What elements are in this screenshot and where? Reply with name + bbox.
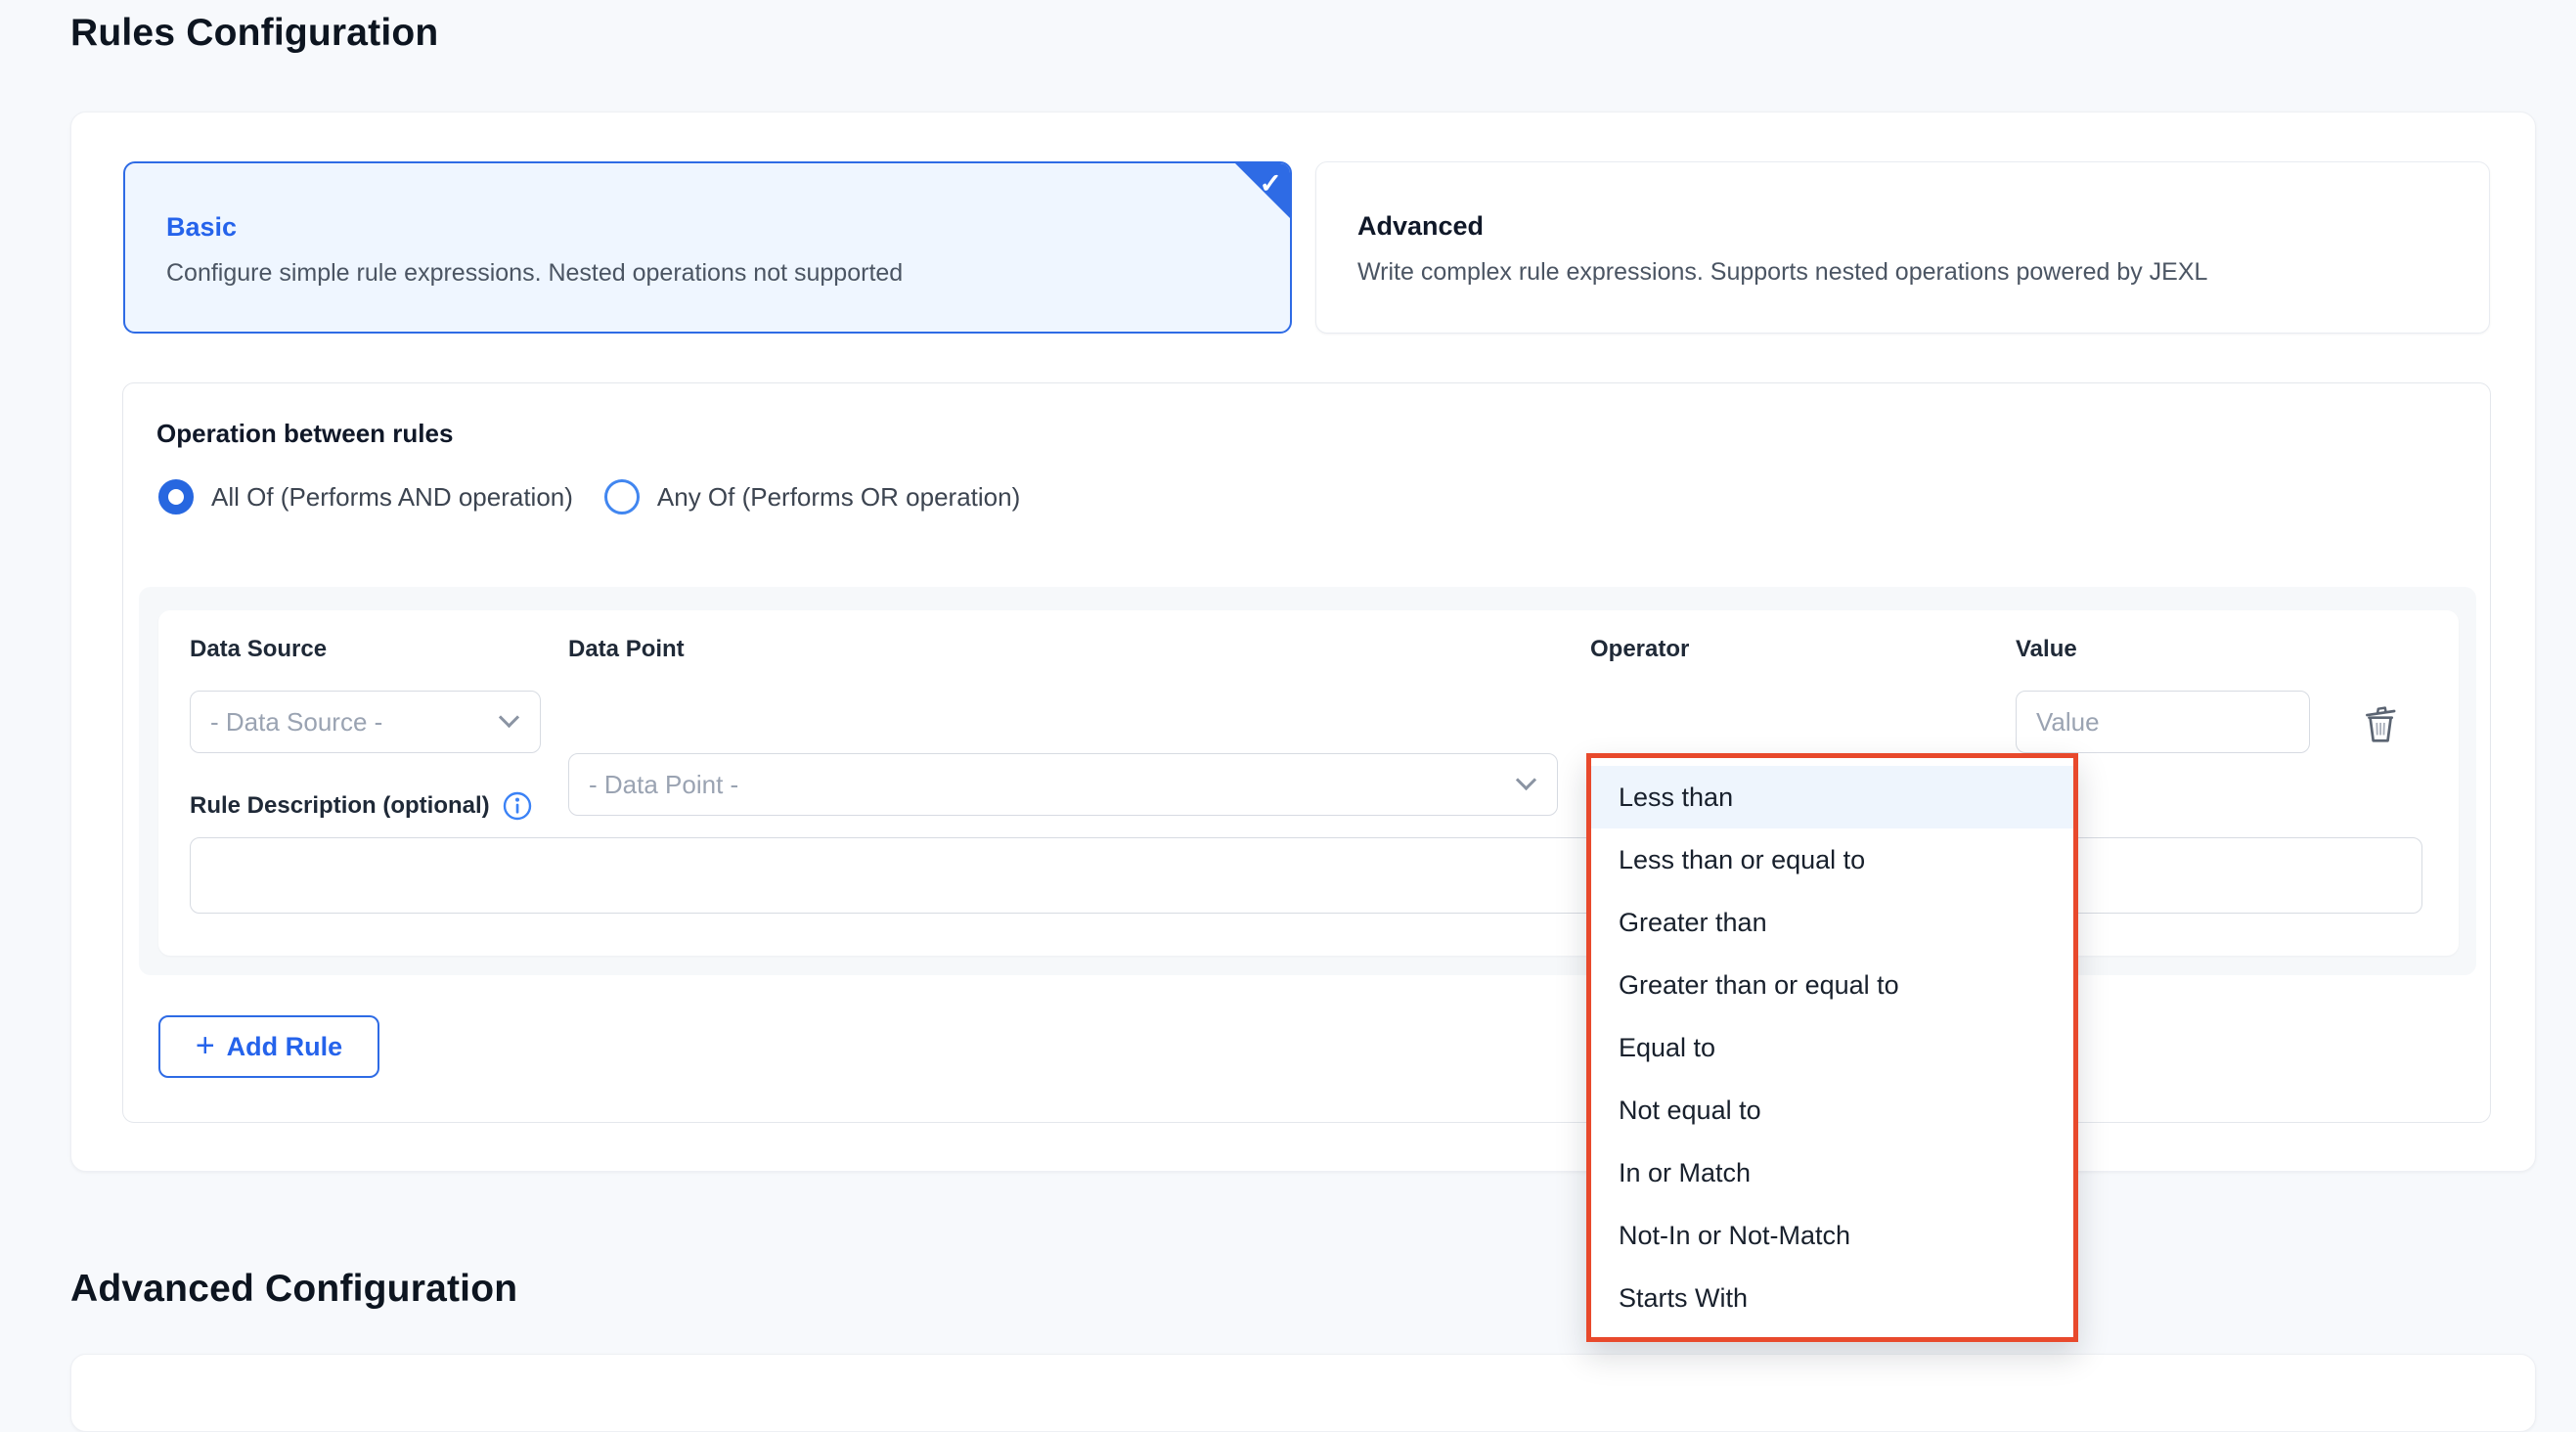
value-input[interactable] xyxy=(2016,691,2310,753)
operator-label: Operator xyxy=(1590,636,1689,663)
dropdown-option-starts-with[interactable]: Starts With xyxy=(1591,1267,2073,1329)
chevron-down-icon xyxy=(1516,770,1536,790)
data-point-placeholder: - Data Point - xyxy=(589,770,738,800)
dropdown-option-greater-than-or-equal-to[interactable]: Greater than or equal to xyxy=(1591,954,2073,1016)
tab-basic[interactable]: Basic Configure simple rule expressions.… xyxy=(123,161,1292,334)
page-title: Rules Configuration xyxy=(70,12,438,55)
dropdown-option-less-than[interactable]: Less than xyxy=(1591,766,2073,828)
dropdown-option-in-or-match[interactable]: In or Match xyxy=(1591,1141,2073,1204)
tab-basic-description: Configure simple rule expressions. Neste… xyxy=(166,259,903,288)
add-rule-button[interactable]: + Add Rule xyxy=(158,1015,379,1078)
rule-description-input[interactable] xyxy=(190,837,2422,914)
operation-between-rules-label: Operation between rules xyxy=(156,419,453,449)
rule-row-card: Data Source Data Point Operator Value - … xyxy=(158,610,2459,956)
operator-dropdown-menu: Less than Less than or equal to Greater … xyxy=(1586,753,2078,1342)
rules-builder-section: Operation between rules All Of (Performs… xyxy=(122,382,2491,1123)
rules-list-panel: Data Source Data Point Operator Value - … xyxy=(139,587,2476,975)
tab-basic-title: Basic xyxy=(166,212,237,243)
tab-advanced-description: Write complex rule expressions. Supports… xyxy=(1357,258,2207,287)
add-rule-label: Add Rule xyxy=(227,1032,343,1062)
rule-description-label-row: Rule Description (optional) xyxy=(190,790,533,822)
rule-description-label: Rule Description (optional) xyxy=(190,792,490,820)
radio-any-of[interactable] xyxy=(604,479,640,515)
chevron-down-icon xyxy=(499,707,519,728)
data-point-select[interactable]: - Data Point - xyxy=(568,753,1558,816)
radio-all-of-label: All Of (Performs AND operation) xyxy=(211,482,573,513)
plus-icon: + xyxy=(196,1029,215,1062)
check-icon: ✓ xyxy=(1260,167,1282,200)
dropdown-option-less-than-or-equal-to[interactable]: Less than or equal to xyxy=(1591,828,2073,891)
operation-radio-group: All Of (Performs AND operation) Any Of (… xyxy=(158,475,1020,518)
dropdown-option-not-equal-to[interactable]: Not equal to xyxy=(1591,1079,2073,1141)
dropdown-option-greater-than[interactable]: Greater than xyxy=(1591,891,2073,954)
dropdown-option-not-in-or-not-match[interactable]: Not-In or Not-Match xyxy=(1591,1204,2073,1267)
value-label: Value xyxy=(2016,636,2077,663)
data-point-label: Data Point xyxy=(568,636,685,663)
info-icon[interactable] xyxy=(502,790,533,822)
tab-advanced[interactable]: Advanced Write complex rule expressions.… xyxy=(1315,161,2490,334)
tab-advanced-title: Advanced xyxy=(1357,211,1484,242)
delete-rule-button[interactable] xyxy=(2355,700,2406,751)
radio-all-of[interactable] xyxy=(158,479,194,515)
advanced-configuration-card xyxy=(70,1354,2536,1432)
advanced-configuration-title: Advanced Configuration xyxy=(70,1268,517,1311)
data-source-select[interactable]: - Data Source - xyxy=(190,691,541,753)
radio-any-of-label: Any Of (Performs OR operation) xyxy=(657,482,1020,513)
data-source-placeholder: - Data Source - xyxy=(210,707,382,738)
rules-configuration-card: Basic Configure simple rule expressions.… xyxy=(70,112,2536,1172)
trash-icon xyxy=(2358,702,2403,750)
data-source-label: Data Source xyxy=(190,636,327,663)
dropdown-option-equal-to[interactable]: Equal to xyxy=(1591,1016,2073,1079)
